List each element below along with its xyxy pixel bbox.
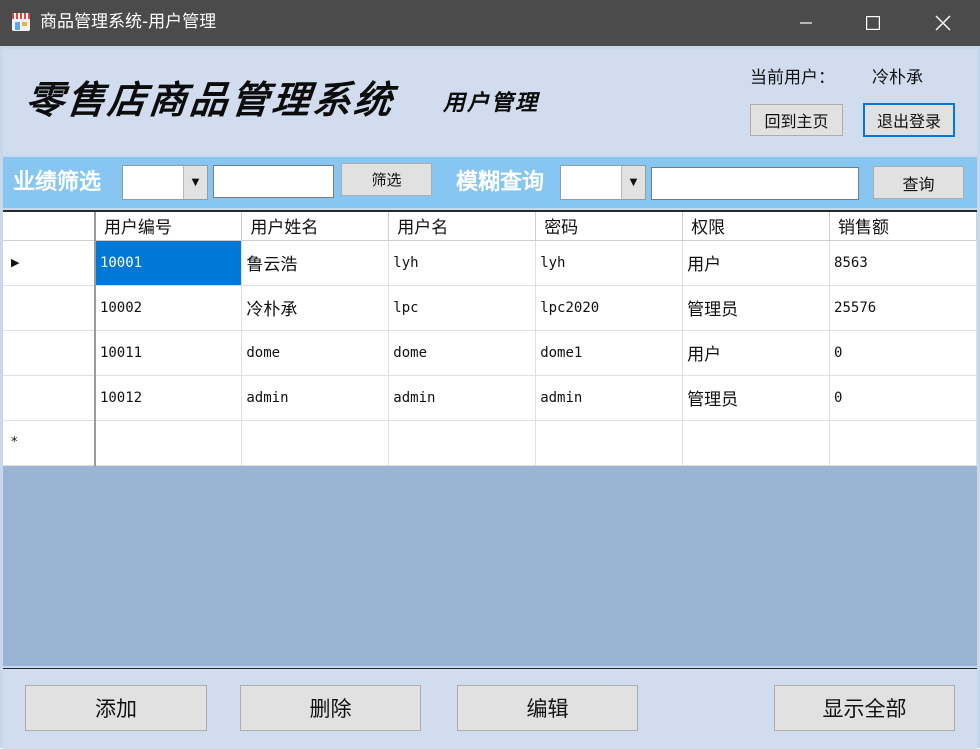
- table-row[interactable]: 10012 admin admin admin 管理员 0: [3, 375, 977, 421]
- column-header-sales[interactable]: 销售额: [829, 212, 977, 241]
- maximize-icon: [866, 16, 880, 30]
- cell-sales[interactable]: 8563: [829, 240, 977, 286]
- cell-user-id[interactable]: 10001: [94, 240, 243, 286]
- cell-user-id[interactable]: 10012: [94, 375, 243, 421]
- cell-user-id[interactable]: 10002: [94, 285, 243, 331]
- cell-permission[interactable]: 用户: [682, 330, 831, 376]
- title-bar[interactable]: 商品管理系统-用户管理: [0, 0, 980, 46]
- performance-input[interactable]: [213, 165, 334, 198]
- table-row[interactable]: 10011 dome dome dome1 用户 0: [3, 330, 977, 376]
- section-title: 用户管理: [443, 90, 540, 116]
- close-button[interactable]: [908, 0, 978, 46]
- app-store-icon: [12, 13, 30, 31]
- row-header[interactable]: [3, 285, 96, 331]
- user-data-grid[interactable]: 用户编号 用户姓名 用户名 密码 权限 销售额 ▶ 10001 鲁云浩 lyh …: [3, 210, 977, 666]
- column-header-permission[interactable]: 权限: [682, 212, 831, 241]
- filter-button[interactable]: 筛选: [341, 163, 432, 196]
- cell-sales[interactable]: 0: [829, 375, 977, 421]
- maximize-button[interactable]: [838, 0, 908, 46]
- close-icon: [935, 15, 951, 31]
- home-button[interactable]: 回到主页: [750, 104, 843, 136]
- current-user-name: 冷朴承: [872, 68, 923, 88]
- edit-button[interactable]: 编辑: [457, 685, 638, 731]
- chevron-down-icon[interactable]: ▼: [183, 166, 207, 199]
- user-table: 用户编号 用户姓名 用户名 密码 权限 销售额 ▶ 10001 鲁云浩 lyh …: [3, 212, 977, 466]
- new-cell-username[interactable]: [388, 420, 537, 466]
- cell-password[interactable]: lpc2020: [535, 285, 684, 331]
- cell-username[interactable]: lyh: [388, 240, 537, 286]
- grid-header-row: 用户编号 用户姓名 用户名 密码 权限 销售额: [3, 212, 977, 241]
- row-header-corner: [3, 212, 96, 241]
- table-row[interactable]: 10002 冷朴承 lpc lpc2020 管理员 25576: [3, 285, 977, 331]
- row-header[interactable]: [3, 375, 96, 421]
- cell-password[interactable]: dome1: [535, 330, 684, 376]
- current-user-label: 当前用户：: [750, 68, 835, 88]
- new-cell-permission[interactable]: [682, 420, 831, 466]
- fuzzy-search-input[interactable]: [651, 167, 859, 200]
- new-cell-sales[interactable]: [829, 420, 977, 466]
- new-row[interactable]: *: [3, 420, 977, 466]
- cell-username[interactable]: dome: [388, 330, 537, 376]
- minimize-button[interactable]: [771, 0, 841, 46]
- cell-permission[interactable]: 管理员: [682, 285, 831, 331]
- cell-sales[interactable]: 0: [829, 330, 977, 376]
- current-row-marker[interactable]: ▶: [3, 240, 96, 286]
- add-button[interactable]: 添加: [25, 685, 207, 731]
- new-cell-full-name[interactable]: [241, 420, 390, 466]
- new-cell-user-id[interactable]: [94, 420, 243, 466]
- delete-button[interactable]: 删除: [240, 685, 421, 731]
- minimize-icon: [800, 22, 812, 24]
- new-row-marker[interactable]: *: [3, 420, 96, 466]
- row-header[interactable]: [3, 330, 96, 376]
- cell-full-name[interactable]: admin: [241, 375, 390, 421]
- cell-password[interactable]: admin: [535, 375, 684, 421]
- cell-full-name[interactable]: 鲁云浩: [241, 240, 390, 286]
- column-header-full-name[interactable]: 用户姓名: [241, 212, 390, 241]
- chevron-down-icon[interactable]: ▼: [621, 166, 645, 199]
- cell-full-name[interactable]: dome: [241, 330, 390, 376]
- column-header-username[interactable]: 用户名: [388, 212, 537, 241]
- show-all-button[interactable]: 显示全部: [774, 685, 955, 731]
- cell-permission[interactable]: 管理员: [682, 375, 831, 421]
- cell-username[interactable]: admin: [388, 375, 537, 421]
- search-button[interactable]: 查询: [873, 166, 964, 199]
- performance-filter-label: 业绩筛选: [13, 170, 102, 195]
- logout-button[interactable]: 退出登录: [863, 103, 955, 137]
- performance-combo[interactable]: ▼: [122, 165, 208, 200]
- fuzzy-search-label: 模糊查询: [456, 170, 545, 195]
- cell-full-name[interactable]: 冷朴承: [241, 285, 390, 331]
- cell-sales[interactable]: 25576: [829, 285, 977, 331]
- app-title: 零售店商品管理系统: [23, 77, 398, 122]
- cell-permission[interactable]: 用户: [682, 240, 831, 286]
- column-header-user-id[interactable]: 用户编号: [94, 212, 243, 241]
- cell-username[interactable]: lpc: [388, 285, 537, 331]
- new-cell-password[interactable]: [535, 420, 684, 466]
- fuzzy-search-combo[interactable]: ▼: [560, 165, 646, 200]
- window-title: 商品管理系统-用户管理: [40, 12, 217, 32]
- table-row[interactable]: ▶ 10001 鲁云浩 lyh lyh 用户 8563: [3, 240, 977, 286]
- cell-user-id[interactable]: 10011: [94, 330, 243, 376]
- column-header-password[interactable]: 密码: [535, 212, 684, 241]
- cell-password[interactable]: lyh: [535, 240, 684, 286]
